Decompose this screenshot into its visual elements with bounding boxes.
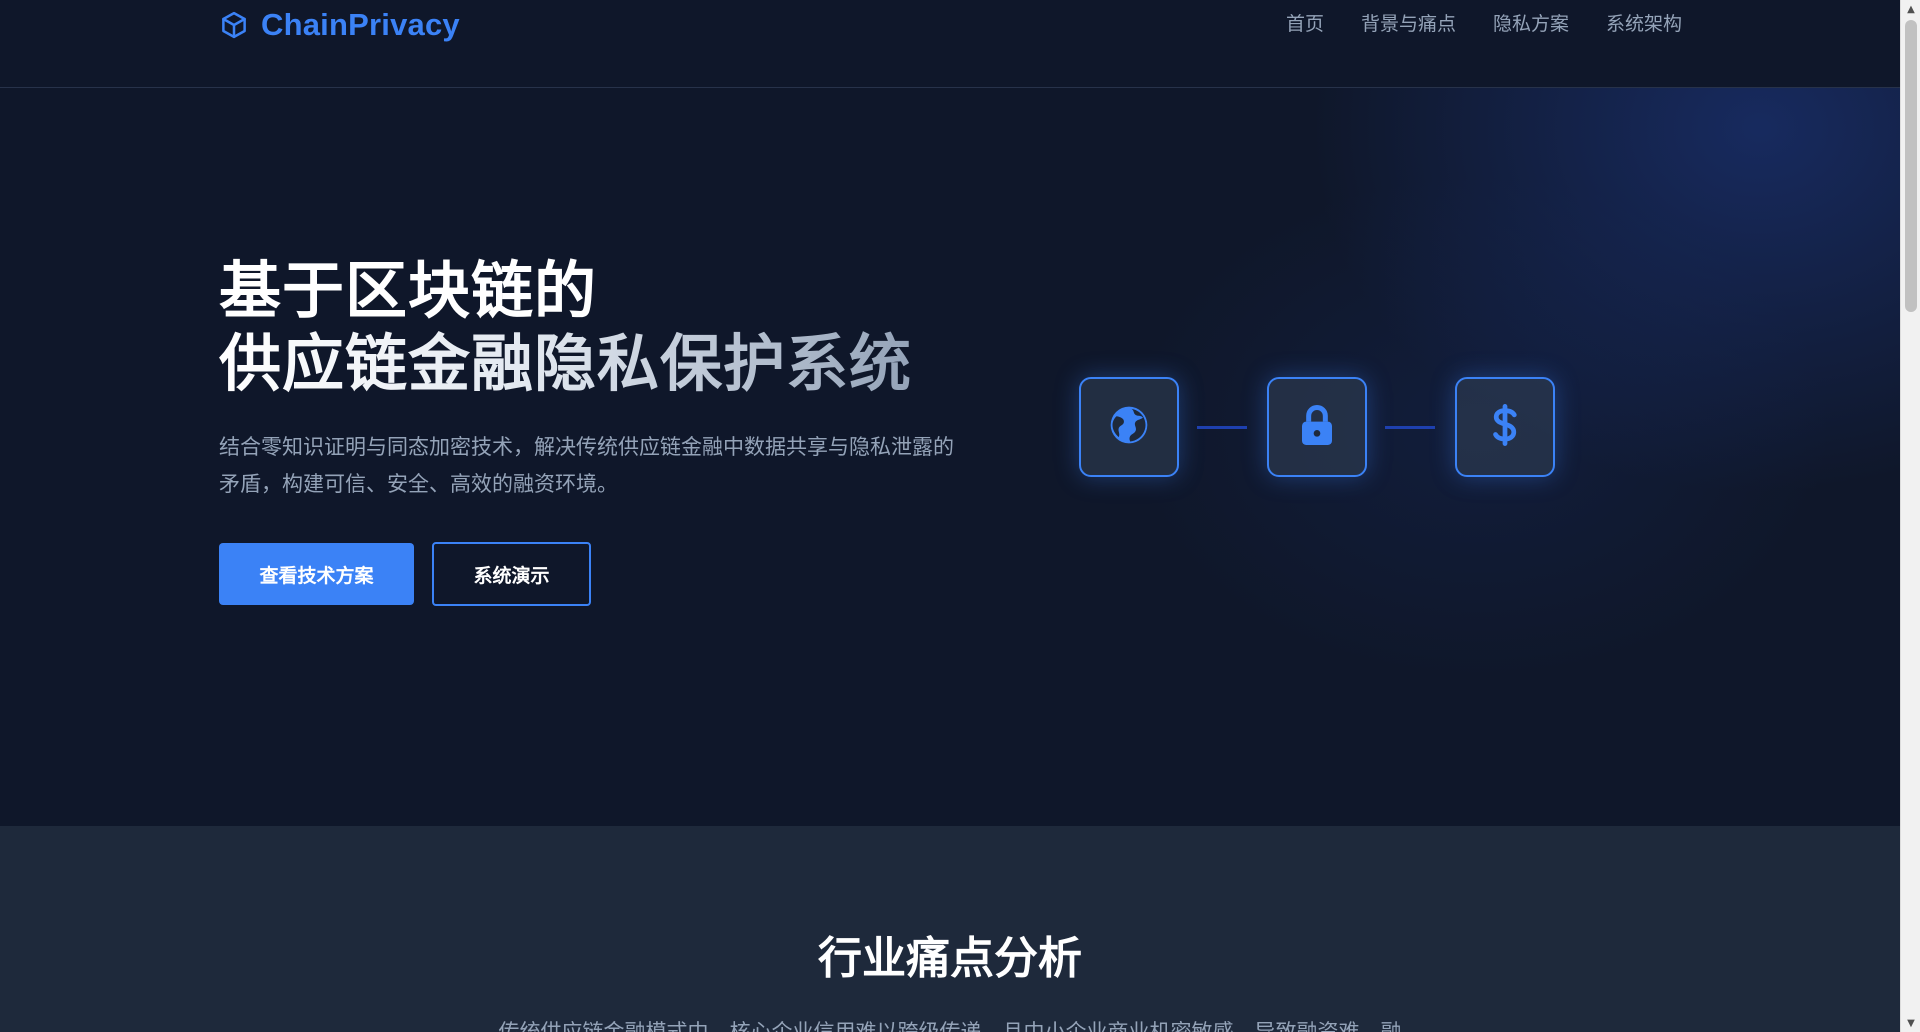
nav-links: 首页 背景与痛点 隐私方案 系统架构: [1286, 10, 1682, 38]
hero-section: 基于区块链的 供应链金融隐私保护系统 结合零知识证明与同态加密技术，解决传统供应…: [0, 88, 1900, 826]
top-navbar: ChainPrivacy 首页 背景与痛点 隐私方案 系统架构: [0, 0, 1900, 88]
flow-node-finance: [1455, 377, 1555, 477]
pain-points-description: 传统供应链金融模式中，核心企业信用难以跨级传递，且中小企业商业机密敏感，导致融资…: [498, 1020, 1402, 1032]
scroll-up-arrow-icon[interactable]: ▲: [1901, 0, 1920, 18]
flow-connector: [1197, 426, 1247, 429]
brand-logo[interactable]: ChainPrivacy: [219, 6, 460, 44]
pain-points-title: 行业痛点分析: [818, 933, 1082, 984]
hero-subtitle: 结合零知识证明与同态加密技术，解决传统供应链金融中数据共享与隐私泄露的矛盾，构建…: [219, 435, 954, 496]
dollar-icon: [1490, 403, 1520, 451]
globe-icon: [1107, 403, 1151, 451]
pain-points-section: 行业痛点分析 传统供应链金融模式中，核心企业信用难以跨级传递，且中小企业商业机密…: [0, 826, 1900, 1032]
nav-link-privacy-solution[interactable]: 隐私方案: [1493, 10, 1569, 38]
nav-link-background[interactable]: 背景与痛点: [1361, 10, 1456, 38]
flow-node-network: [1079, 377, 1179, 477]
system-demo-button[interactable]: 系统演示: [432, 542, 591, 606]
flow-node-security: [1267, 377, 1367, 477]
brand-name: ChainPrivacy: [261, 7, 460, 42]
scroll-down-arrow-icon[interactable]: ▼: [1901, 1014, 1920, 1032]
scrollbar-thumb[interactable]: [1905, 20, 1917, 312]
lock-icon: [1297, 403, 1337, 451]
vertical-scrollbar[interactable]: ▲ ▼: [1900, 0, 1920, 1032]
flow-connector: [1385, 426, 1435, 429]
cube-icon: [219, 10, 249, 40]
page: ChainPrivacy 首页 背景与痛点 隐私方案 系统架构 基于区块链的 供…: [0, 0, 1900, 1032]
hero-title-line1: 基于区块链的: [219, 254, 598, 327]
hero-title: 基于区块链的 供应链金融隐私保护系统: [219, 254, 912, 400]
hero-title-line2: 供应链金融隐私保护系统: [219, 327, 913, 400]
privacy-flow-diagram: [1079, 377, 1555, 477]
nav-link-home[interactable]: 首页: [1286, 10, 1324, 38]
view-tech-solution-button[interactable]: 查看技术方案: [219, 543, 414, 605]
nav-link-architecture[interactable]: 系统架构: [1606, 10, 1682, 38]
